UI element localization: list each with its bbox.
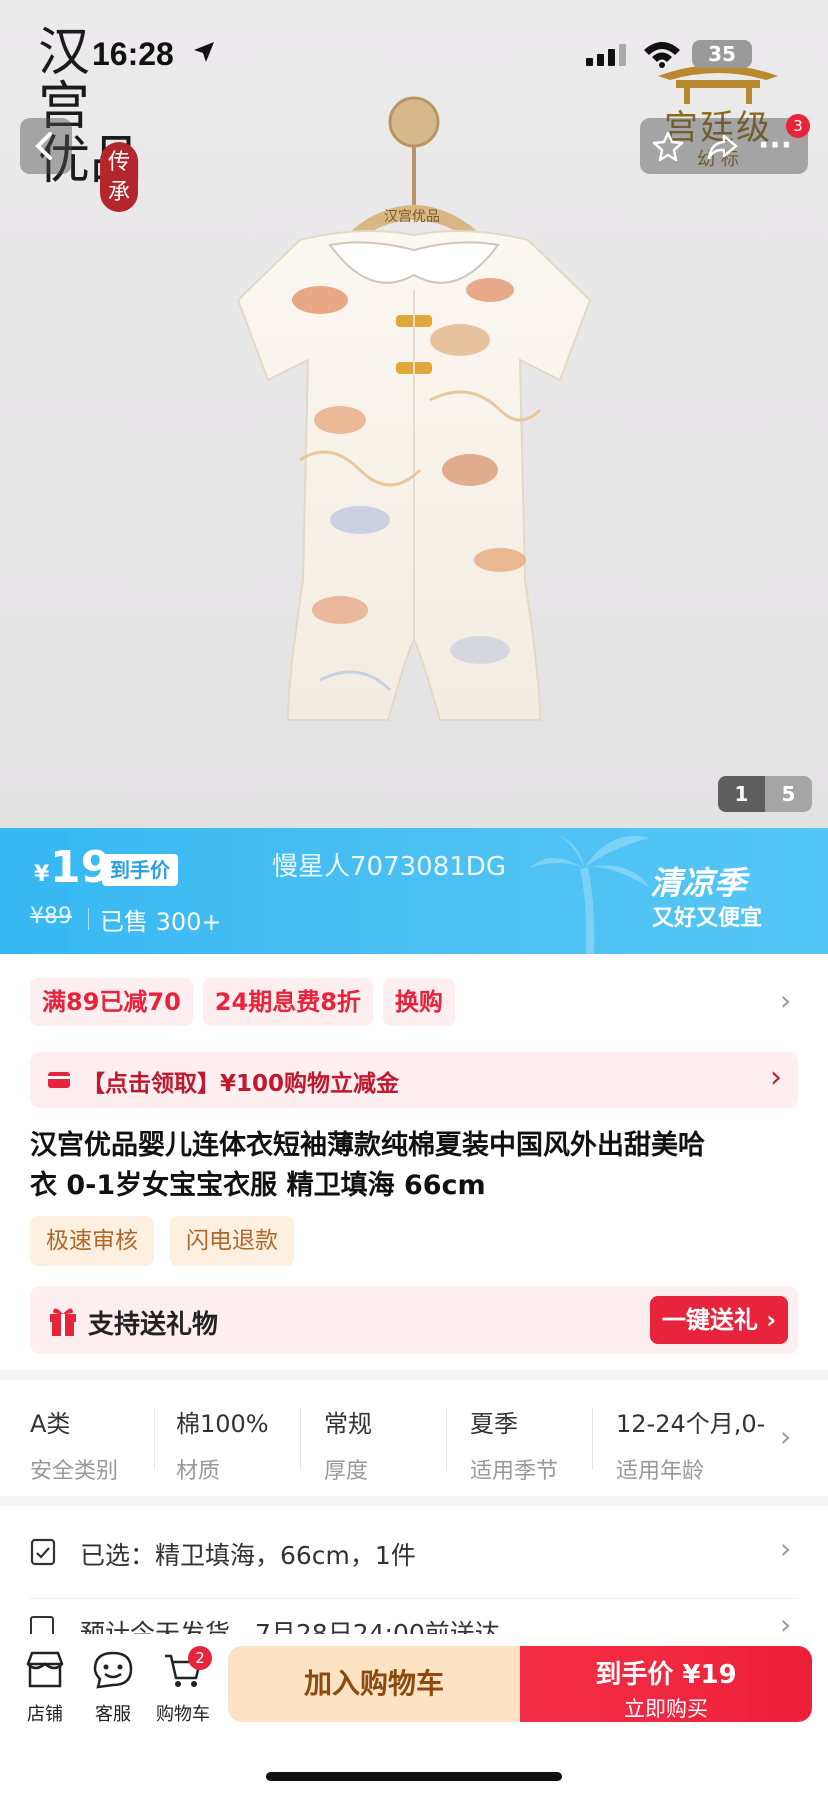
shipping-icon [30, 1616, 54, 1634]
watermark: 慢星人7073081DG [272, 852, 506, 882]
final-price-tag: 到手价 [102, 854, 178, 886]
status-time: 16:28 [92, 36, 174, 72]
coupon-tag: 24期息费8折 [202, 978, 373, 1026]
brand-seal: 传承 [100, 142, 138, 212]
cart-count-badge: 2 [188, 1646, 212, 1670]
currency-symbol: ¥ [34, 862, 50, 887]
attribute-item: 12-24个月,0- 适用年龄 [616, 1410, 766, 1484]
gift-label: 支持送礼物 [88, 1310, 219, 1340]
price-banner: ¥ 19 到手价 ¥89 已售 300+ 慢星人7073081DG 清凉季 又好… [0, 828, 828, 954]
service-tag: 闪电退款 [170, 1216, 294, 1266]
wifi-icon [642, 40, 682, 72]
buy-now-button[interactable]: 到手价 ¥19 立即购买 [520, 1646, 812, 1722]
add-to-cart-button[interactable]: 加入购物车 [228, 1646, 520, 1722]
cart-button[interactable]: 购物车 2 [148, 1646, 218, 1726]
notification-badge: 3 [786, 114, 810, 138]
selection-icon [30, 1538, 56, 1570]
back-button[interactable] [20, 118, 72, 174]
attribute-item: 夏季 适用季节 [470, 1410, 559, 1484]
palm-tree-icon [530, 828, 650, 954]
attribute-item: 常规 厚度 [324, 1410, 372, 1484]
gift-row: 支持送礼物 一键送礼 › [30, 1286, 798, 1354]
hanger-label: 汉宫优品 [384, 209, 440, 225]
card-icon [48, 1072, 70, 1088]
campaign-subtitle: 又好又便宜 [652, 906, 763, 931]
shipping-row[interactable]: 预计今天发货，7月28日24:00前送达 › [0, 1606, 828, 1634]
sold-count: 已售 300+ [100, 908, 222, 936]
selection-row[interactable]: 已选：精卫填海，66cm，1件 › [0, 1506, 828, 1598]
selection-section: 已选：精卫填海，66cm，1件 › 预计今天发货，7月28日24:00前送达 › [0, 1506, 828, 1634]
store-button[interactable]: 店铺 [10, 1650, 80, 1726]
voucher-banner[interactable]: 【点击领取】¥100购物立减金 › [30, 1052, 798, 1108]
chat-face-icon [93, 1651, 133, 1689]
more-options-icon[interactable]: ··· [758, 128, 792, 163]
bottom-action-bar: 店铺 客服 购物车 2 加入购物车 到手价 ¥19 立即购买 [0, 1634, 828, 1795]
product-title: 汉宫优品婴儿连体衣短袖薄款纯棉夏装中国风外出甜美哈 衣 0-1岁女宝宝衣服 精卫… [30, 1130, 705, 1201]
selection-text: 已选：精卫填海，66cm，1件 [80, 1541, 416, 1570]
top-actions: ··· 3 [640, 114, 810, 174]
battery-icon: 35 [692, 40, 752, 68]
home-indicator [266, 1772, 562, 1781]
original-price: ¥89 [30, 904, 72, 929]
shipping-text: 预计今天发货，7月28日24:00前送达 [80, 1619, 500, 1634]
coupon-tag: 满89已减70 [30, 978, 193, 1026]
coupon-tag: 换购 [382, 978, 455, 1026]
voucher-text: 【点击领取】¥100购物立减金 [82, 1071, 400, 1097]
product-info-section: 满89已减70 24期息费8折 换购 › 【点击领取】¥100购物立减金 › 汉宫优… [0, 954, 828, 1370]
store-icon [26, 1651, 64, 1688]
attributes-section[interactable]: A类 安全类别 棉100% 材质 常规 厚度 夏季 适用季节 12-24个月,0- 适用年… [0, 1380, 828, 1496]
send-gift-button[interactable]: 一键送礼 › [650, 1296, 788, 1344]
chevron-left-icon [35, 132, 52, 160]
chevron-right-icon: › [780, 1608, 792, 1634]
image-counter: 1 5 [718, 776, 812, 812]
chevron-right-icon[interactable]: › [780, 984, 791, 1017]
service-tags: 极速审核 闪电退款 [30, 1216, 310, 1266]
status-bar: 16:28 35 [0, 34, 828, 78]
share-icon[interactable] [706, 130, 738, 166]
campaign-title: 清凉季 [650, 864, 747, 902]
favorite-star-icon[interactable] [652, 130, 684, 166]
signal-icon [586, 44, 630, 70]
chevron-right-icon: › [780, 1420, 792, 1453]
product-image-carousel[interactable]: 汉宫优品 汉 宫 优品 传承 宫廷级 幼 标 16:28 35 [0, 0, 828, 828]
customer-service-button[interactable]: 客服 [78, 1650, 148, 1726]
service-tag: 极速审核 [30, 1216, 154, 1266]
location-arrow-icon [192, 40, 216, 68]
chevron-right-icon: › [780, 1532, 792, 1565]
coupon-row[interactable]: 满89已减70 24期息费8折 换购 [30, 978, 790, 1028]
chevron-right-icon: › [770, 1060, 782, 1095]
gift-icon [48, 1304, 78, 1340]
